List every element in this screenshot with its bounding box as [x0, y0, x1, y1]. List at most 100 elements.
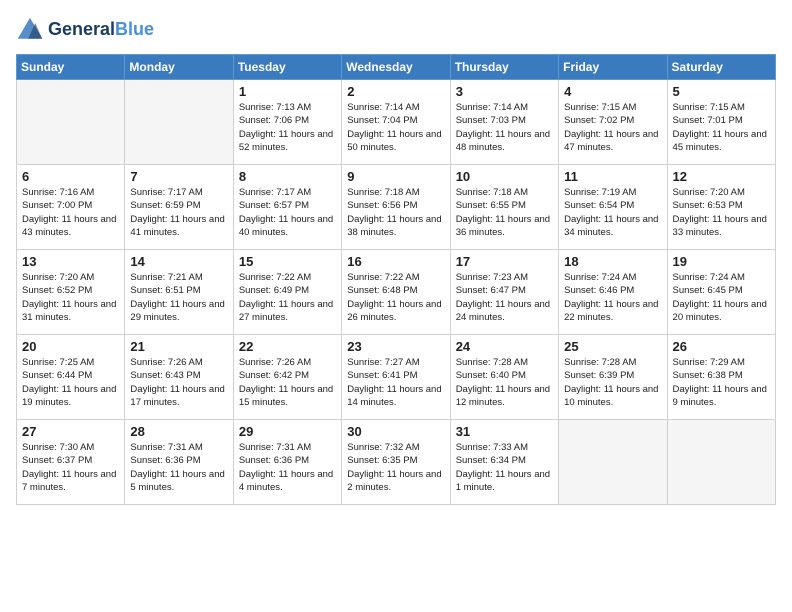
calendar-cell: 19 Sunrise: 7:24 AM Sunset: 6:45 PM Dayli…	[667, 250, 775, 335]
calendar-cell: 10 Sunrise: 7:18 AM Sunset: 6:55 PM Dayli…	[450, 165, 558, 250]
cell-info: Sunrise: 7:30 AM Sunset: 6:37 PM Dayligh…	[22, 441, 120, 494]
day-number: 12	[673, 169, 771, 184]
day-number: 5	[673, 84, 771, 99]
weekday-header-saturday: Saturday	[667, 55, 775, 80]
day-number: 19	[673, 254, 771, 269]
calendar-cell: 4 Sunrise: 7:15 AM Sunset: 7:02 PM Daylig…	[559, 80, 667, 165]
day-number: 11	[564, 169, 662, 184]
calendar-cell: 28 Sunrise: 7:31 AM Sunset: 6:36 PM Dayli…	[125, 420, 233, 505]
cell-info: Sunrise: 7:26 AM Sunset: 6:42 PM Dayligh…	[239, 356, 337, 409]
day-number: 7	[130, 169, 228, 184]
day-number: 25	[564, 339, 662, 354]
day-number: 29	[239, 424, 337, 439]
cell-info: Sunrise: 7:13 AM Sunset: 7:06 PM Dayligh…	[239, 101, 337, 154]
day-number: 14	[130, 254, 228, 269]
day-number: 18	[564, 254, 662, 269]
day-number: 2	[347, 84, 445, 99]
calendar-cell: 13 Sunrise: 7:20 AM Sunset: 6:52 PM Dayli…	[17, 250, 125, 335]
day-number: 10	[456, 169, 554, 184]
day-number: 21	[130, 339, 228, 354]
cell-info: Sunrise: 7:25 AM Sunset: 6:44 PM Dayligh…	[22, 356, 120, 409]
weekday-header-thursday: Thursday	[450, 55, 558, 80]
calendar-week-row: 1 Sunrise: 7:13 AM Sunset: 7:06 PM Daylig…	[17, 80, 776, 165]
calendar-week-row: 20 Sunrise: 7:25 AM Sunset: 6:44 PM Dayli…	[17, 335, 776, 420]
calendar-cell: 7Sunrise: 7:17 AM Sunset: 6:59 PM Daylig…	[125, 165, 233, 250]
cell-info: Sunrise: 7:21 AM Sunset: 6:51 PM Dayligh…	[130, 271, 228, 324]
cell-info: Sunrise: 7:24 AM Sunset: 6:46 PM Dayligh…	[564, 271, 662, 324]
weekday-header-row: SundayMondayTuesdayWednesdayThursdayFrid…	[17, 55, 776, 80]
day-number: 15	[239, 254, 337, 269]
weekday-header-sunday: Sunday	[17, 55, 125, 80]
cell-info: Sunrise: 7:27 AM Sunset: 6:41 PM Dayligh…	[347, 356, 445, 409]
cell-info: Sunrise: 7:18 AM Sunset: 6:56 PM Dayligh…	[347, 186, 445, 239]
cell-info: Sunrise: 7:16 AM Sunset: 7:00 PM Dayligh…	[22, 186, 120, 239]
cell-info: Sunrise: 7:31 AM Sunset: 6:36 PM Dayligh…	[130, 441, 228, 494]
calendar-cell: 12 Sunrise: 7:20 AM Sunset: 6:53 PM Dayli…	[667, 165, 775, 250]
page: GeneralBlue SundayMondayTuesdayWednesday…	[0, 0, 792, 515]
cell-info: Sunrise: 7:15 AM Sunset: 7:02 PM Dayligh…	[564, 101, 662, 154]
cell-info: Sunrise: 7:15 AM Sunset: 7:01 PM Dayligh…	[673, 101, 771, 154]
calendar-cell	[125, 80, 233, 165]
day-number: 17	[456, 254, 554, 269]
day-number: 30	[347, 424, 445, 439]
day-number: 26	[673, 339, 771, 354]
calendar-week-row: 6Sunrise: 7:16 AM Sunset: 7:00 PM Daylig…	[17, 165, 776, 250]
calendar-cell: 9 Sunrise: 7:18 AM Sunset: 6:56 PM Daylig…	[342, 165, 450, 250]
day-number: 27	[22, 424, 120, 439]
day-number: 31	[456, 424, 554, 439]
day-number: 4	[564, 84, 662, 99]
cell-info: Sunrise: 7:20 AM Sunset: 6:53 PM Dayligh…	[673, 186, 771, 239]
calendar-cell: 27 Sunrise: 7:30 AM Sunset: 6:37 PM Dayli…	[17, 420, 125, 505]
calendar-cell: 3 Sunrise: 7:14 AM Sunset: 7:03 PM Daylig…	[450, 80, 558, 165]
day-number: 13	[22, 254, 120, 269]
calendar-cell: 17 Sunrise: 7:23 AM Sunset: 6:47 PM Dayli…	[450, 250, 558, 335]
cell-info: Sunrise: 7:23 AM Sunset: 6:47 PM Dayligh…	[456, 271, 554, 324]
calendar-cell: 22 Sunrise: 7:26 AM Sunset: 6:42 PM Dayli…	[233, 335, 341, 420]
cell-info: Sunrise: 7:33 AM Sunset: 6:34 PM Dayligh…	[456, 441, 554, 494]
calendar-cell	[559, 420, 667, 505]
cell-info: Sunrise: 7:32 AM Sunset: 6:35 PM Dayligh…	[347, 441, 445, 494]
cell-info: Sunrise: 7:20 AM Sunset: 6:52 PM Dayligh…	[22, 271, 120, 324]
day-number: 20	[22, 339, 120, 354]
calendar-cell: 23Sunrise: 7:27 AM Sunset: 6:41 PM Dayli…	[342, 335, 450, 420]
cell-info: Sunrise: 7:18 AM Sunset: 6:55 PM Dayligh…	[456, 186, 554, 239]
cell-info: Sunrise: 7:29 AM Sunset: 6:38 PM Dayligh…	[673, 356, 771, 409]
calendar-cell: 8Sunrise: 7:17 AM Sunset: 6:57 PM Daylig…	[233, 165, 341, 250]
calendar-cell	[17, 80, 125, 165]
calendar-cell: 24 Sunrise: 7:28 AM Sunset: 6:40 PM Dayli…	[450, 335, 558, 420]
cell-info: Sunrise: 7:14 AM Sunset: 7:04 PM Dayligh…	[347, 101, 445, 154]
logo-text: GeneralBlue	[48, 20, 154, 40]
calendar-cell: 15 Sunrise: 7:22 AM Sunset: 6:49 PM Dayli…	[233, 250, 341, 335]
day-number: 1	[239, 84, 337, 99]
calendar: SundayMondayTuesdayWednesdayThursdayFrid…	[16, 54, 776, 505]
calendar-cell: 6Sunrise: 7:16 AM Sunset: 7:00 PM Daylig…	[17, 165, 125, 250]
calendar-cell: 29Sunrise: 7:31 AM Sunset: 6:36 PM Dayli…	[233, 420, 341, 505]
cell-info: Sunrise: 7:22 AM Sunset: 6:48 PM Dayligh…	[347, 271, 445, 324]
calendar-cell: 31 Sunrise: 7:33 AM Sunset: 6:34 PM Dayli…	[450, 420, 558, 505]
calendar-cell: 20 Sunrise: 7:25 AM Sunset: 6:44 PM Dayli…	[17, 335, 125, 420]
weekday-header-tuesday: Tuesday	[233, 55, 341, 80]
day-number: 3	[456, 84, 554, 99]
weekday-header-friday: Friday	[559, 55, 667, 80]
weekday-header-wednesday: Wednesday	[342, 55, 450, 80]
cell-info: Sunrise: 7:22 AM Sunset: 6:49 PM Dayligh…	[239, 271, 337, 324]
calendar-cell	[667, 420, 775, 505]
day-number: 22	[239, 339, 337, 354]
calendar-cell: 30 Sunrise: 7:32 AM Sunset: 6:35 PM Dayli…	[342, 420, 450, 505]
calendar-cell: 11Sunrise: 7:19 AM Sunset: 6:54 PM Dayli…	[559, 165, 667, 250]
day-number: 24	[456, 339, 554, 354]
calendar-cell: 5 Sunrise: 7:15 AM Sunset: 7:01 PM Daylig…	[667, 80, 775, 165]
cell-info: Sunrise: 7:28 AM Sunset: 6:39 PM Dayligh…	[564, 356, 662, 409]
cell-info: Sunrise: 7:26 AM Sunset: 6:43 PM Dayligh…	[130, 356, 228, 409]
cell-info: Sunrise: 7:28 AM Sunset: 6:40 PM Dayligh…	[456, 356, 554, 409]
day-number: 9	[347, 169, 445, 184]
cell-info: Sunrise: 7:14 AM Sunset: 7:03 PM Dayligh…	[456, 101, 554, 154]
day-number: 16	[347, 254, 445, 269]
calendar-cell: 2 Sunrise: 7:14 AM Sunset: 7:04 PM Daylig…	[342, 80, 450, 165]
weekday-header-monday: Monday	[125, 55, 233, 80]
calendar-cell: 14 Sunrise: 7:21 AM Sunset: 6:51 PM Dayli…	[125, 250, 233, 335]
day-number: 28	[130, 424, 228, 439]
cell-info: Sunrise: 7:24 AM Sunset: 6:45 PM Dayligh…	[673, 271, 771, 324]
header: GeneralBlue	[16, 16, 776, 44]
calendar-cell: 1 Sunrise: 7:13 AM Sunset: 7:06 PM Daylig…	[233, 80, 341, 165]
